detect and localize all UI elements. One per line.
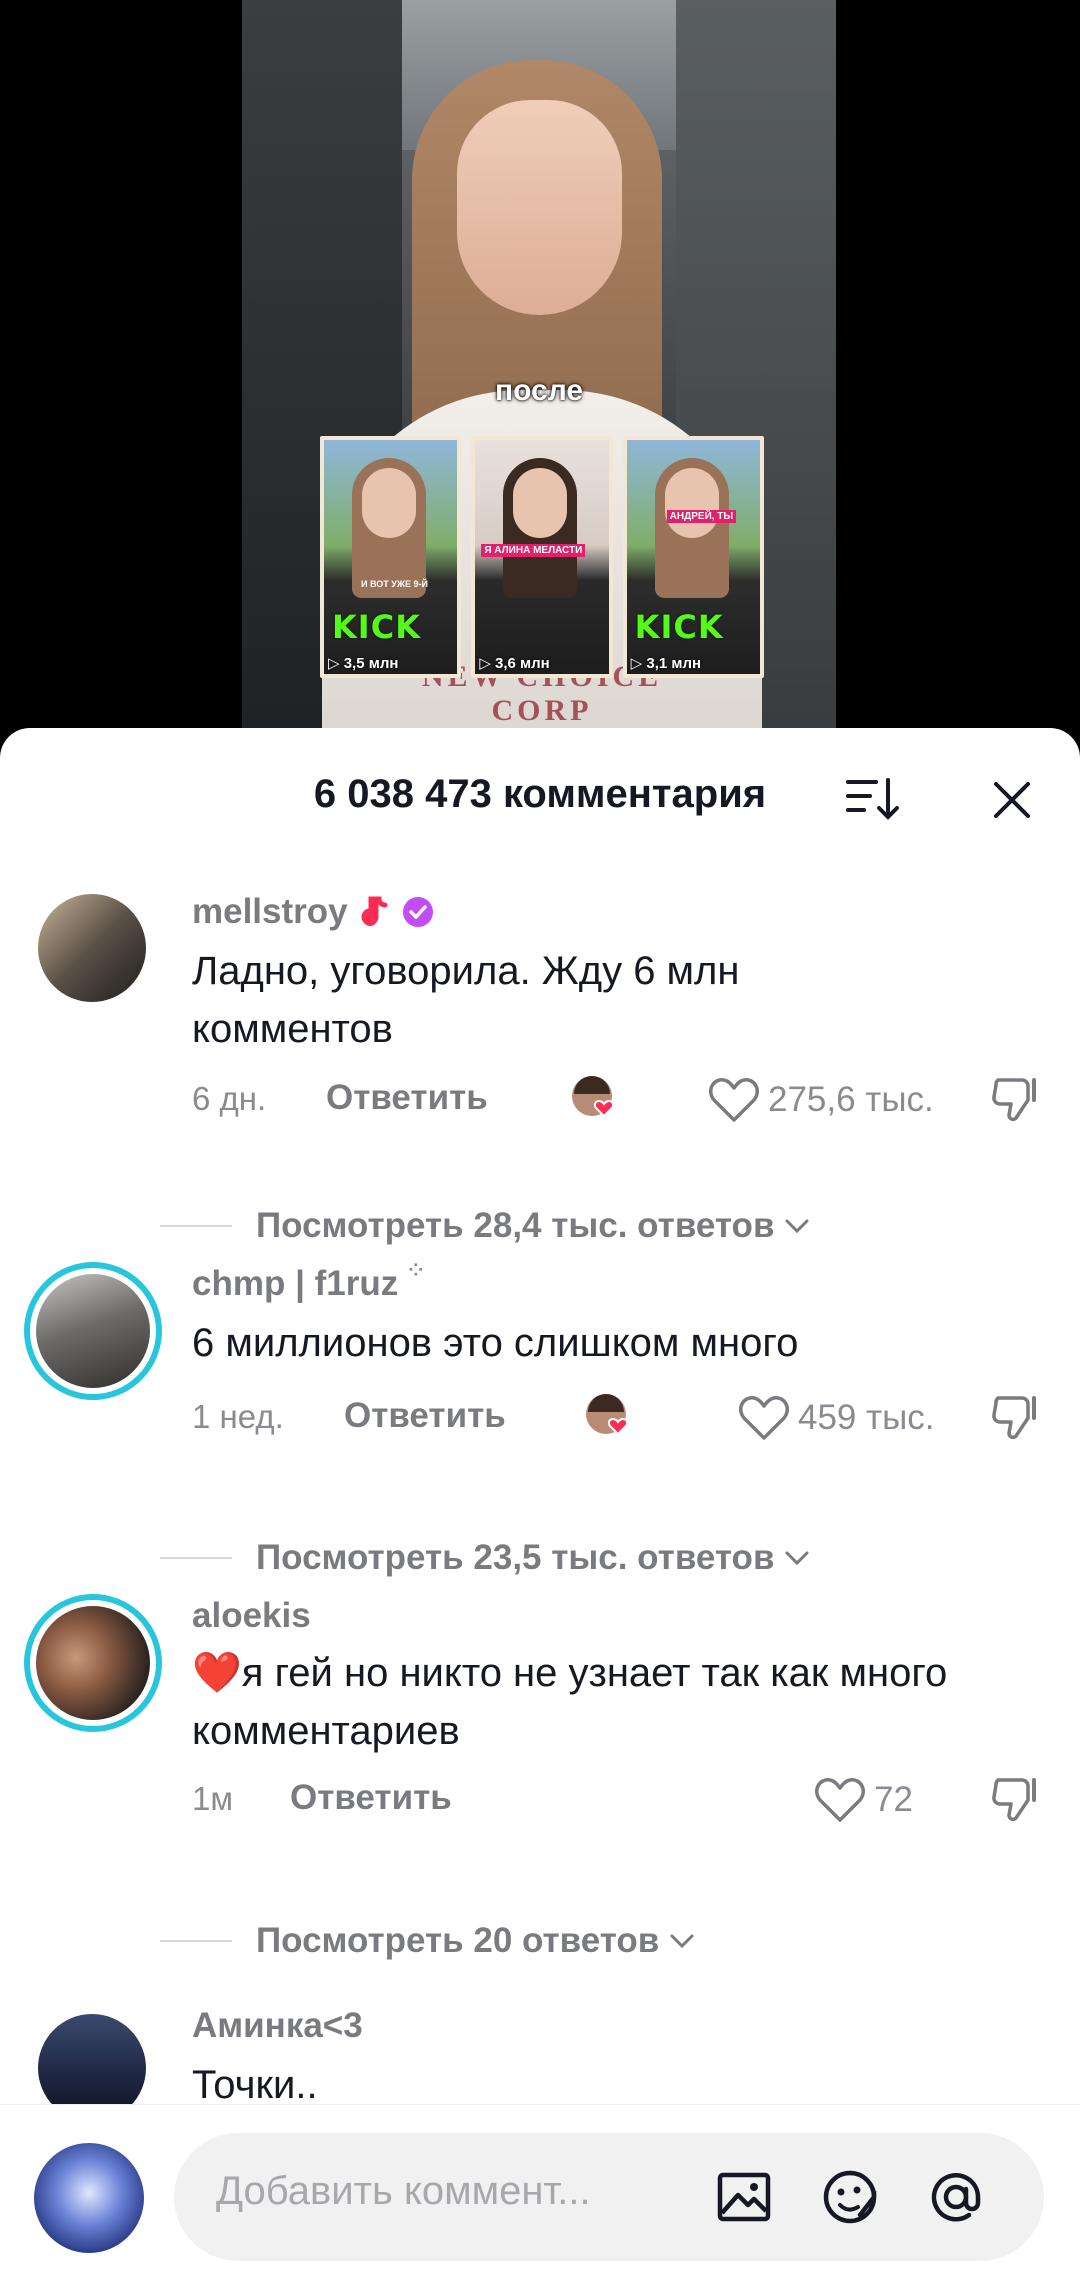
thumb-overlay-text: АНДРЕЙ, ТЫ [666,510,737,523]
avatar-image [36,1274,150,1388]
comment-username[interactable]: chmp | f1ruz ⁘ [192,1260,423,1304]
view-replies-label: Посмотреть 28,4 тыс. ответов [256,1206,775,1245]
comment-meta: 6 дн. Ответить 275,6 тыс. [192,1070,1080,1130]
comment-time: 1м [192,1780,234,1817]
view-replies-button[interactable]: Посмотреть 20 ответов [160,1916,695,1966]
like-count: 275,6 тыс. [768,1080,934,1119]
creator-liked-icon [572,1076,614,1118]
comment-time: 6 дн. [192,1080,267,1117]
comment-item: chmp | f1ruz ⁘ 6 миллионов это слишком м… [0,1260,1080,1577]
view-replies-button[interactable]: Посмотреть 23,5 тыс. ответов [160,1533,810,1583]
video-player[interactable]: NEW CHOICE CORP после И ВОТ УЖЕ 9-Й KICK… [0,0,1080,740]
heart-icon [739,1396,789,1440]
thumb-head [664,468,719,538]
divider [160,1225,232,1227]
heart-icon [815,1778,865,1822]
thumb-overlay-text: И ВОТ УЖЕ 9-Й [361,579,428,589]
chevron-down-icon [785,1219,809,1234]
comment-item: aloekis ❤️я гей но никто не узнает так к… [0,1594,1080,1960]
view-replies-button[interactable]: Посмотреть 28,4 тыс. ответов [160,1201,810,1251]
comments-count-title: 6 038 473 комментария [313,772,767,816]
comment-input[interactable] [216,2169,656,2214]
emoji-icon[interactable] [820,2167,880,2227]
dislike-icon[interactable] [990,1774,1042,1826]
comment-input-container[interactable] [174,2133,1044,2261]
close-icon[interactable] [990,778,1034,822]
video-thumbnail: Я АЛИНА МЕЛАСТИ ▷ 3,6 млн [471,436,613,678]
comment-meta: 1 нед. Ответить 459 тыс. [192,1388,1080,1448]
sparkle-icon: ⁘ [408,1259,424,1280]
thumb-head [513,468,568,538]
video-thumbnail: И ВОТ УЖЕ 9-Й KICK ▷ 3,5 млн [320,436,462,678]
chevron-down-icon [670,1934,694,1949]
comment-username[interactable]: Аминка<3 [192,2006,363,2046]
video-thumbnail: АНДРЕЙ, ТЫ KICK ▷ 3,1 млн [622,436,764,678]
reply-button[interactable]: Ответить [290,1778,452,1818]
person-face [457,100,622,315]
comment-item: Аминка<3 Точки.. [0,1994,1080,2122]
thumb-views: ▷ 3,6 млн [479,655,550,672]
comment-username[interactable]: aloekis [192,1596,311,1636]
dislike-icon[interactable] [990,1392,1042,1444]
comment-text: ❤️я гей но никто не узнает так как много… [192,1651,948,1753]
dislike-icon[interactable] [990,1074,1042,1126]
like-button[interactable]: 459 тыс. [738,1390,935,1446]
avatar[interactable] [24,1262,162,1400]
reply-button[interactable]: Ответить [326,1078,488,1118]
like-button[interactable]: 275,6 тыс. [708,1072,934,1128]
like-button[interactable]: 72 [814,1772,913,1828]
video-frame: NEW CHOICE CORP после И ВОТ УЖЕ 9-Й KICK… [242,0,836,740]
divider [160,1940,232,1942]
comment-meta: 1м Ответить 72 [192,1770,1080,1830]
reply-button[interactable]: Ответить [344,1396,506,1436]
comment-time: 1 нед. [192,1398,284,1435]
comment-input-bar [0,2104,1080,2272]
username-text: aloekis [192,1596,311,1635]
thumb-kick-logo: KICK [332,608,421,646]
comments-sheet: 6 038 473 комментария mellstroy Ладно, у… [0,728,1080,2272]
verified-badge-icon [402,897,433,927]
comment-item: mellstroy Ладно, уговорила. Жду 6 млн ко… [0,862,1080,1245]
image-icon[interactable] [714,2167,774,2227]
sort-icon[interactable] [846,776,902,822]
music-note-badge-icon [361,896,388,926]
my-avatar[interactable] [34,2143,144,2253]
comment-text: Ладно, уговорила. Жду 6 млн комментов [192,949,740,1051]
view-replies-label: Посмотреть 20 ответов [256,1921,660,1960]
thumb-views: ▷ 3,5 млн [328,655,399,672]
like-count: 72 [874,1780,913,1819]
avatar[interactable] [24,1594,162,1732]
comments-header: 6 038 473 комментария [0,728,1080,862]
divider [160,1557,232,1559]
thumb-kick-logo: KICK [634,608,724,646]
username-text: Аминка<3 [192,2006,363,2045]
view-replies-label: Посмотреть 23,5 тыс. ответов [256,1538,775,1577]
username-text: mellstroy [192,892,348,931]
chevron-down-icon [785,1551,809,1566]
thumb-views: ▷ 3,1 млн [630,655,702,672]
comment-text: 6 миллионов это слишком много [192,1321,799,1365]
video-caption: после [494,374,584,407]
creator-liked-icon [586,1394,628,1436]
thumb-overlay-text: Я АЛИНА МЕЛАСТИ [481,544,586,557]
like-count: 459 тыс. [798,1398,935,1437]
comment-username[interactable]: mellstroy [192,892,434,932]
avatar[interactable] [38,894,146,1002]
thumb-head [362,468,416,538]
mention-icon[interactable] [926,2167,986,2227]
avatar-image [36,1606,150,1720]
username-text: chmp | f1ruz [192,1264,399,1303]
heart-icon [709,1078,759,1122]
video-thumbnails: И ВОТ УЖЕ 9-Й KICK ▷ 3,5 млн Я АЛИНА МЕЛ… [320,436,764,678]
